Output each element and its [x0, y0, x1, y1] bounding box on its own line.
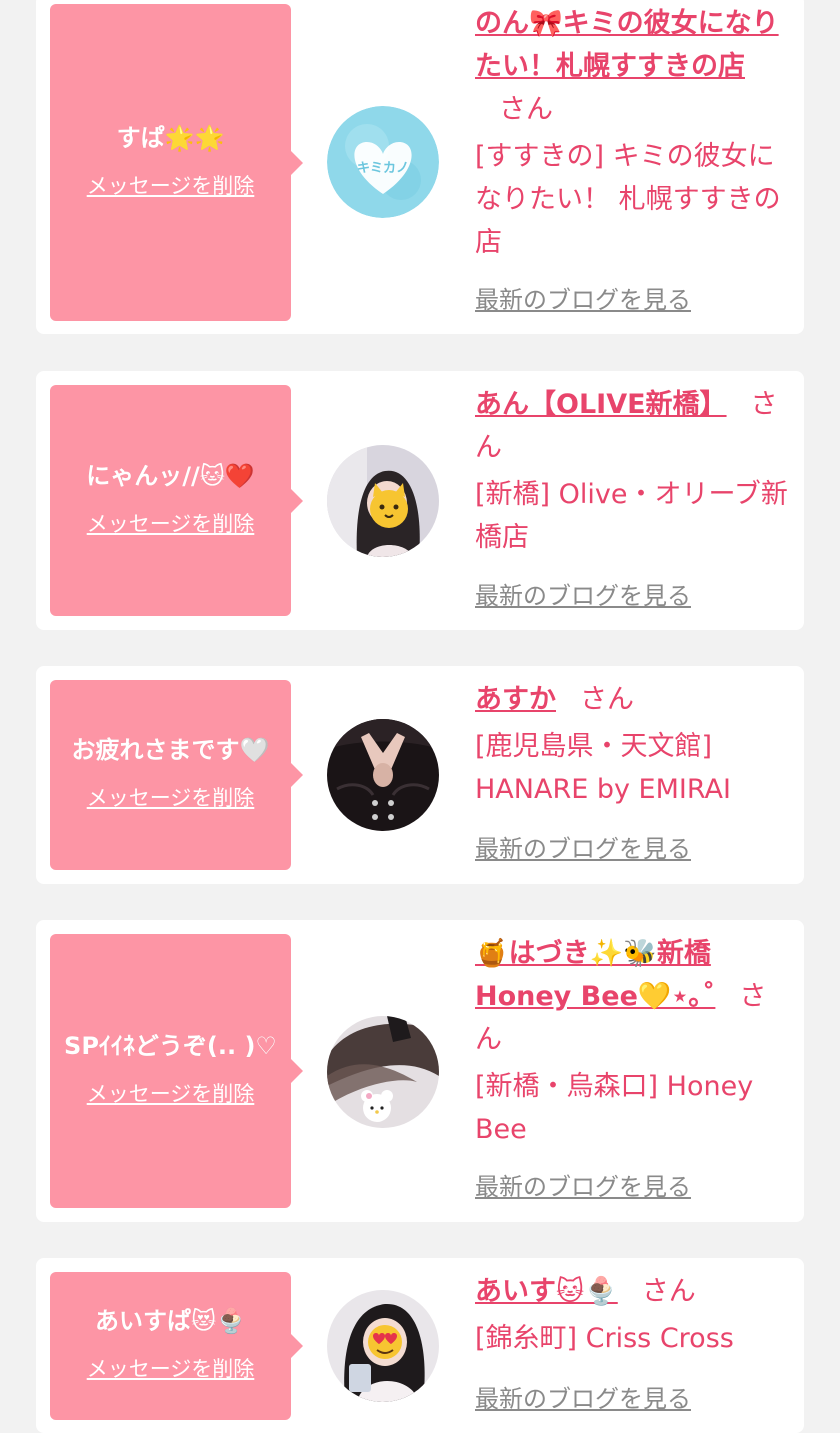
message-text: あいすぱ😻🍨: [95, 1307, 246, 1335]
shop-name: [鹿児島県・天文館] HANARE by EMIRAI: [475, 731, 731, 805]
kimikano-logo-icon: キミカノ: [327, 106, 439, 218]
message-text: にゃんッ//🐱❤️: [86, 461, 255, 490]
message-bubble: あいすぱ😻🍨 メッセージを削除: [50, 1272, 303, 1420]
honorific: さん: [641, 1276, 696, 1307]
shop-name: [新橋] Olive・オリーブ新橋店: [475, 479, 788, 553]
delete-message-link[interactable]: メッセージを削除: [87, 784, 255, 812]
message-bubble: SPｲｲﾈどうぞ(.. )♡ メッセージを削除: [50, 934, 303, 1208]
shop-name: [新橋・烏森口] Honey Bee: [475, 1071, 754, 1145]
message-text: SPｲｲﾈどうぞ(.. )♡: [64, 1032, 277, 1060]
profile-name-link[interactable]: 🍯はづき✨🐝新橋Honey Bee💛⋆｡˚: [475, 938, 715, 1012]
latest-blog-link[interactable]: 最新のブログを見る: [475, 580, 691, 612]
message-card: SPｲｲﾈどうぞ(.. )♡ メッセージを削除 🍯はづき✨🐝新橋Honey Be…: [36, 920, 804, 1222]
delete-message-link[interactable]: メッセージを削除: [87, 510, 255, 538]
svg-text:キミカノ: キミカノ: [357, 161, 409, 176]
latest-blog-link[interactable]: 最新のブログを見る: [475, 1171, 691, 1203]
delete-message-link[interactable]: メッセージを削除: [87, 1355, 255, 1383]
profile-name-link[interactable]: あいす🐱🍨: [475, 1276, 618, 1307]
honorific: さん: [580, 684, 634, 715]
avatar[interactable]: [327, 719, 439, 831]
profile-name-link[interactable]: のん🎀キミの彼女になりたい！札幌すすきの店: [475, 8, 779, 82]
message-card: にゃんッ//🐱❤️ メッセージを削除 あん【OLIVE新橋】 さん [新橋] Ol…: [36, 371, 804, 630]
avatar[interactable]: [327, 445, 439, 557]
avatar[interactable]: キミカノ: [327, 106, 439, 218]
profile-info: あん【OLIVE新橋】 さん [新橋] Olive・オリーブ新橋店: [475, 383, 789, 559]
profile-info: 🍯はづき✨🐝新橋Honey Bee💛⋆｡˚ さん [新橋・烏森口] Honey B…: [475, 932, 789, 1151]
black-dress-photo-icon: [327, 719, 439, 831]
profile-name-link[interactable]: あすか: [475, 684, 556, 715]
profile-info: あいす🐱🍨 さん [錦糸町] Criss Cross: [475, 1270, 789, 1360]
hair-plush-photo-icon: [327, 1016, 439, 1128]
message-card: お疲れさまです🤍 メッセージを削除 あすか さん [鹿児島県・天文館] HANAR…: [36, 666, 804, 884]
message-bubble: にゃんッ//🐱❤️ メッセージを削除: [50, 385, 303, 616]
heart-eyes-photo-icon: [327, 1290, 439, 1402]
avatar[interactable]: [327, 1016, 439, 1128]
name-line: あん【OLIVE新橋】 さん: [475, 383, 789, 469]
profile-info: のん🎀キミの彼女になりたい！札幌すすきの店さん [すすきの] キミの彼女になりた…: [475, 2, 789, 264]
name-line: 🍯はづき✨🐝新橋Honey Bee💛⋆｡˚ さん: [475, 932, 789, 1061]
message-text: お疲れさまです🤍: [71, 736, 270, 764]
message-bubble: すぱ🌟🌟 メッセージを削除: [50, 4, 303, 321]
message-card: あいすぱ😻🍨 メッセージを削除 あいす🐱🍨 さん [錦糸町] Criss Cros…: [36, 1258, 804, 1433]
girl-photo-icon: [327, 445, 439, 557]
profile-name-link[interactable]: あん【OLIVE新橋】: [475, 389, 727, 420]
shop-name: [すすきの] キミの彼女になりたい！ 札幌すすきの店: [475, 141, 781, 258]
message-text: すぱ🌟🌟: [116, 123, 225, 152]
shop-name: [錦糸町] Criss Cross: [475, 1323, 734, 1354]
latest-blog-link[interactable]: 最新のブログを見る: [475, 833, 691, 865]
profile-info: あすか さん [鹿児島県・天文館] HANARE by EMIRAI: [475, 678, 789, 811]
delete-message-link[interactable]: メッセージを削除: [87, 172, 255, 200]
latest-blog-link[interactable]: 最新のブログを見る: [475, 284, 691, 316]
message-bubble: お疲れさまです🤍 メッセージを削除: [50, 680, 303, 870]
delete-message-link[interactable]: メッセージを削除: [87, 1080, 255, 1108]
name-line: のん🎀キミの彼女になりたい！札幌すすきの店さん: [475, 2, 789, 131]
message-card: すぱ🌟🌟 メッセージを削除 キミカノ のん🎀キミの彼女になりたい！札幌すすきの店…: [36, 0, 804, 334]
honorific: さん: [499, 94, 553, 125]
name-line: あすか さん: [475, 678, 789, 721]
latest-blog-link[interactable]: 最新のブログを見る: [475, 1383, 691, 1415]
avatar[interactable]: [327, 1290, 439, 1402]
name-line: あいす🐱🍨 さん: [475, 1270, 789, 1313]
